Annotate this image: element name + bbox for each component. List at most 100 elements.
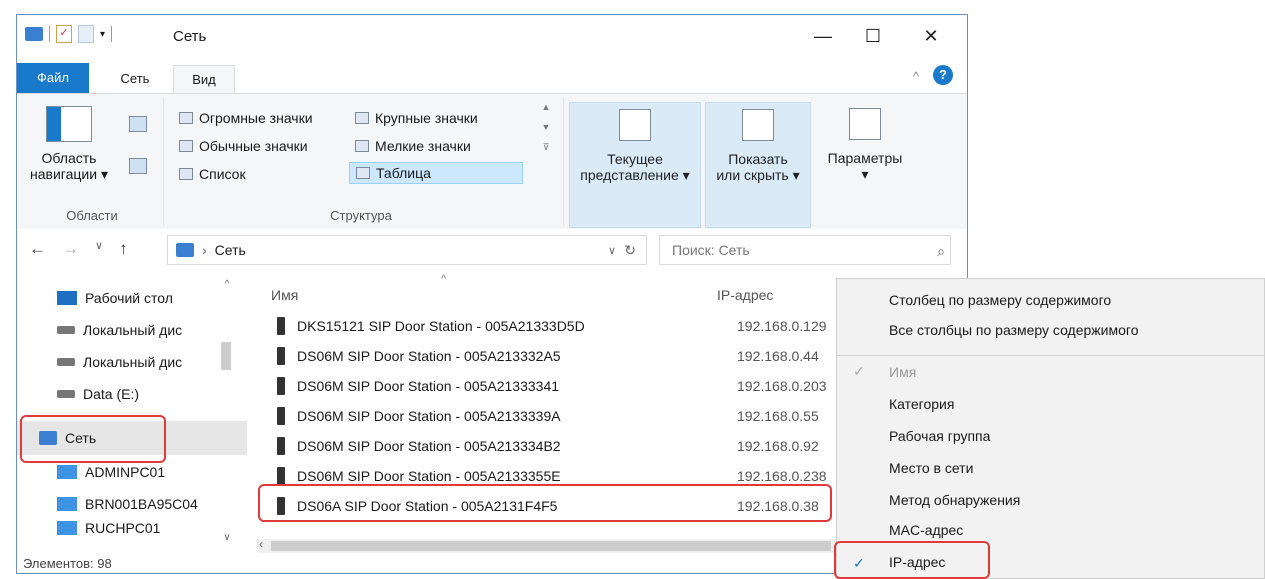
options-button[interactable]: Параметры ▾: [817, 102, 913, 226]
device-icon: [277, 437, 285, 455]
show-hide-button[interactable]: Показать или скрыть ▾: [705, 102, 811, 228]
search-icon[interactable]: ⌕: [937, 243, 945, 260]
menu-item-fit-column[interactable]: Столбец по размеру содержимого: [889, 285, 1111, 315]
forward-arrow-icon[interactable]: →: [62, 239, 79, 259]
column-header-ip[interactable]: IP-адрес: [717, 287, 773, 303]
tab-file[interactable]: Файл: [17, 63, 89, 93]
row-name: DS06M SIP Door Station - 005A21333341: [297, 378, 560, 394]
menu-item-fit-all-columns[interactable]: Все столбцы по размеру содержимого: [889, 315, 1138, 345]
small-icons-icon: [355, 140, 369, 152]
minimize-button[interactable]: —: [803, 21, 843, 51]
row-name: DS06M SIP Door Station - 005A213332A5: [297, 348, 561, 364]
current-view-label-2: представление ▾: [580, 167, 690, 183]
address-box[interactable]: › Сеть ∨ ↻: [167, 235, 647, 265]
refresh-icon[interactable]: ↻: [624, 242, 636, 259]
nav-item-desktop[interactable]: Рабочий стол: [57, 283, 173, 313]
desktop-icon: [57, 291, 77, 305]
nav-item-data-e[interactable]: Data (E:): [57, 379, 139, 409]
layout-gallery-scroll[interactable]: ▲ ▼ ⊽: [539, 102, 553, 186]
breadcrumb-chevron-icon: ›: [202, 242, 207, 258]
horizontal-scroll-thumb[interactable]: [271, 541, 831, 551]
toolbar-separator: [49, 26, 50, 42]
menu-item-workgroup[interactable]: Рабочая группа: [889, 421, 990, 451]
status-bar: Элементов: 98: [17, 553, 967, 573]
layout-details[interactable]: Таблица: [349, 162, 523, 184]
layout-huge-icons[interactable]: Огромные значки: [179, 110, 313, 126]
row-name: DS06M SIP Door Station - 005A213334B2: [297, 438, 561, 454]
device-icon: [277, 467, 285, 485]
help-icon[interactable]: ?: [933, 65, 953, 85]
table-row[interactable]: DS06M SIP Door Station - 005A213332A5 192…: [277, 341, 819, 371]
table-row[interactable]: DS06M SIP Door Station - 005A213334B2 192…: [277, 431, 819, 461]
options-icon: [849, 108, 881, 140]
scroll-up-icon[interactable]: ^: [221, 279, 233, 290]
normal-icons-label: Обычные значки: [199, 138, 308, 154]
navigation-pane-button[interactable]: Область навигации ▾: [21, 102, 117, 183]
device-icon: [277, 347, 285, 365]
row-name: DS06M SIP Door Station - 005A2133339A: [297, 408, 561, 424]
table-row[interactable]: DKS15121 SIP Door Station - 005A21333D5D…: [277, 311, 827, 341]
navigation-pane-icon: [46, 106, 92, 142]
show-hide-label-2: или скрыть ▾: [716, 167, 800, 183]
network-folder-icon: [25, 27, 43, 41]
show-hide-icon: [742, 109, 774, 141]
nav-item-local-disk-1[interactable]: Локальный дис: [57, 315, 182, 345]
details-pane-icon[interactable]: [129, 158, 147, 174]
close-button[interactable]: ✕: [911, 21, 951, 51]
large-icons-icon: [355, 112, 369, 124]
tab-view[interactable]: Вид: [173, 65, 235, 94]
nav-item-ruchpc01[interactable]: RUCHPC01: [57, 519, 160, 537]
menu-item-category[interactable]: Категория: [889, 389, 954, 419]
tab-network[interactable]: Сеть: [105, 65, 165, 93]
huge-icons-label: Огромные значки: [199, 110, 313, 126]
computer-icon: [57, 465, 77, 479]
nav-scrollbar[interactable]: ^ ∨: [221, 279, 233, 543]
address-dropdown-icon[interactable]: ∨: [608, 244, 616, 257]
navigation-pane-label: Область: [41, 150, 97, 166]
nav-buttons: ← → ∨ ↑: [29, 239, 128, 259]
table-row[interactable]: DS06M SIP Door Station - 005A2133339A 192…: [277, 401, 819, 431]
list-icon: [179, 168, 193, 180]
layout-small-icons[interactable]: Мелкие значки: [355, 138, 471, 154]
menu-separator: [837, 355, 1264, 356]
maximize-button[interactable]: ☐: [853, 21, 893, 51]
show-hide-label: Показать: [728, 151, 788, 167]
table-row[interactable]: DS06M SIP Door Station - 005A21333341 192…: [277, 371, 827, 401]
collapse-ribbon-icon[interactable]: ^: [913, 69, 919, 84]
computer-icon: [57, 497, 77, 511]
menu-item-name: Имя: [889, 364, 917, 380]
layout-normal-icons[interactable]: Обычные значки: [179, 138, 308, 154]
menu-item-network-location[interactable]: Место в сети: [889, 453, 973, 483]
check-icon: ✓: [853, 363, 865, 379]
quick-access-toolbar: ✓ ▾: [25, 25, 113, 43]
computer-icon: [57, 521, 77, 535]
navigation-pane: Рабочий стол Локальный дис Локальный дис…: [17, 271, 247, 551]
column-header-name[interactable]: Имя: [271, 287, 298, 303]
current-view-icon: [619, 109, 651, 141]
highlight-ds06a-row: [258, 484, 832, 522]
up-arrow-icon[interactable]: ↑: [119, 239, 128, 259]
breadcrumb-network[interactable]: Сеть: [215, 242, 246, 258]
properties-icon[interactable]: ✓: [56, 25, 72, 43]
nav-label: BRN001BA95C04: [85, 496, 198, 512]
scroll-left-icon[interactable]: ‹: [259, 537, 263, 551]
menu-item-discovery-method[interactable]: Метод обнаружения: [889, 485, 1020, 515]
scroll-down-icon[interactable]: ∨: [221, 532, 233, 543]
back-arrow-icon[interactable]: ←: [29, 239, 46, 259]
new-folder-icon[interactable]: [78, 25, 94, 43]
nav-scroll-thumb[interactable]: [221, 342, 231, 370]
preview-pane-icon[interactable]: [129, 116, 147, 132]
nav-item-local-disk-2[interactable]: Локальный дис: [57, 347, 182, 377]
nav-item-brn001ba95c04[interactable]: BRN001BA95C04: [57, 489, 198, 519]
nav-label: Локальный дис: [83, 322, 183, 338]
current-view-button[interactable]: Текущее представление ▾: [569, 102, 701, 228]
title-bar: ✓ ▾ Сеть — ☐ ✕: [17, 15, 967, 59]
layout-large-icons[interactable]: Крупные значки: [355, 110, 478, 126]
layout-list[interactable]: Список: [179, 166, 246, 182]
customize-dropdown-icon[interactable]: ▾: [100, 29, 105, 40]
huge-icons-icon: [179, 112, 193, 124]
search-input[interactable]: Поиск: Сеть: [659, 235, 951, 265]
row-name: DS06M SIP Door Station - 005A2133355E: [297, 468, 561, 484]
layout-gallery: Огромные значки Крупные значки Обычные з…: [171, 102, 537, 198]
recent-dropdown-icon[interactable]: ∨: [95, 239, 103, 259]
